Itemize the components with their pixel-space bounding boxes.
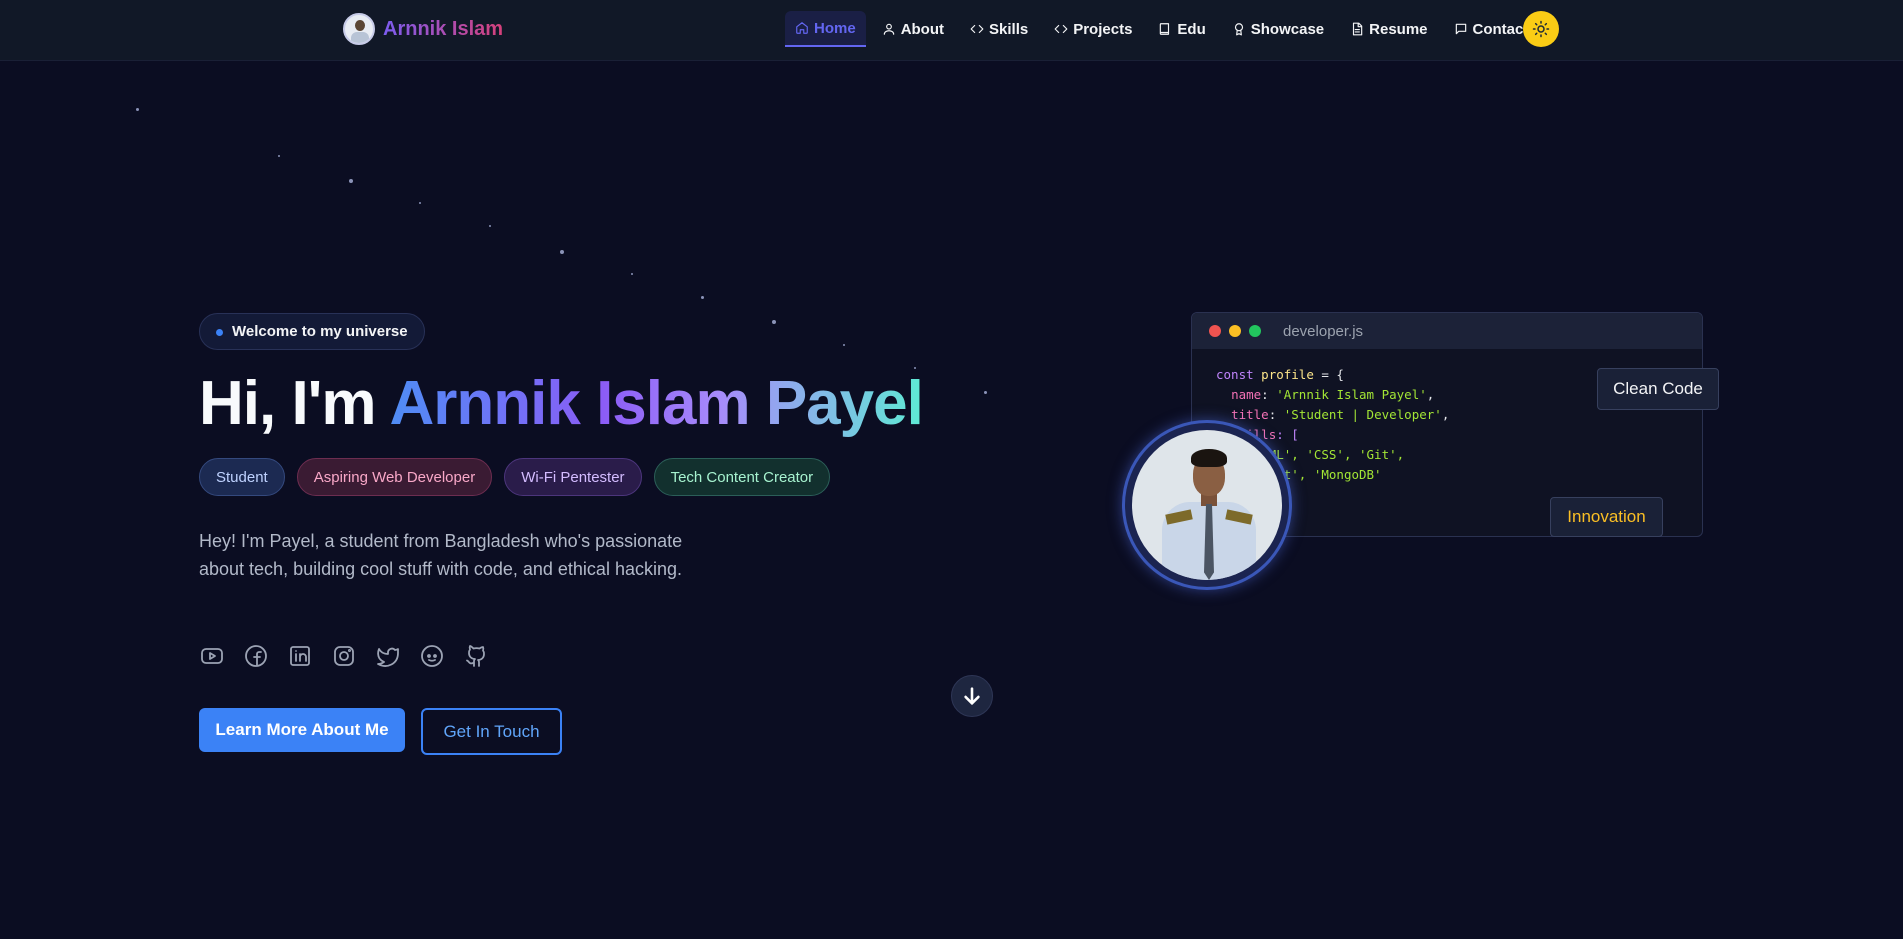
book-icon — [1160, 23, 1170, 35]
instagram-link[interactable] — [331, 643, 357, 669]
nav-item-resume[interactable]: Resume — [1340, 11, 1437, 47]
nav-item-label: Projects — [1073, 20, 1133, 38]
social-links — [199, 643, 507, 669]
arrow-down-icon — [964, 687, 980, 705]
nav-item-showcase[interactable]: Showcase — [1222, 11, 1334, 47]
navbar: Arnnik Islam Home About Skills Projects … — [0, 0, 1903, 61]
hero-bio: Hey! I'm Payel, a student from Banglades… — [199, 531, 683, 579]
facebook-icon — [245, 645, 267, 667]
welcome-text: Welcome to my universe — [232, 323, 408, 340]
nav-item-projects[interactable]: Projects — [1044, 11, 1142, 47]
star — [349, 179, 353, 183]
award-icon — [1234, 23, 1243, 36]
code-card-header: developer.js — [1192, 313, 1702, 349]
reddit-icon — [421, 645, 443, 667]
code-line: 'HTML', 'CSS', 'Git', — [1246, 447, 1405, 462]
nav-item-label: Contact — [1472, 20, 1529, 38]
nav-item-skills[interactable]: Skills — [960, 11, 1038, 47]
star — [843, 344, 845, 346]
star — [701, 296, 704, 299]
brand-avatar — [343, 13, 375, 45]
message-icon — [1455, 23, 1466, 35]
hero-title: Hi, I'm Arnnik Islam Payel — [199, 368, 924, 440]
profile-photo — [1132, 430, 1282, 580]
sun-icon — [1532, 20, 1550, 38]
star — [489, 225, 491, 227]
window-minimize-dot — [1229, 325, 1241, 337]
star — [560, 250, 564, 254]
linkedin-link[interactable] — [287, 643, 313, 669]
star — [631, 273, 633, 275]
code-line: skills: [ — [1231, 427, 1299, 442]
hero-title-name: Arnnik Islam Payel — [389, 369, 923, 438]
twitter-icon — [377, 647, 399, 667]
scroll-down-button[interactable] — [951, 675, 993, 717]
home-icon — [796, 22, 808, 34]
instagram-icon — [334, 646, 354, 666]
clean-code-badge: Clean Code — [1597, 368, 1719, 410]
role-tags: Student Aspiring Web Developer Wi-Fi Pen… — [199, 458, 842, 496]
star — [984, 391, 987, 394]
main-nav: Home About Skills Projects Edu Showcase … — [785, 11, 1544, 47]
facebook-link[interactable] — [243, 643, 269, 669]
file-icon — [1353, 22, 1363, 36]
welcome-badge: Welcome to my universe — [199, 313, 425, 350]
role-tag: Aspiring Web Developer — [296, 458, 493, 496]
brand-logo[interactable]: Arnnik Islam — [343, 13, 503, 45]
star — [419, 202, 421, 204]
linkedin-icon — [290, 646, 310, 666]
brand-name: Arnnik Islam — [383, 17, 504, 40]
nav-item-label: Edu — [1177, 20, 1206, 38]
role-tag: Wi-Fi Pentester — [504, 458, 642, 496]
profile-avatar — [1122, 420, 1292, 590]
role-tag: Student — [199, 458, 285, 496]
star — [772, 320, 776, 324]
window-maximize-dot — [1249, 325, 1261, 337]
role-tag: Tech Content Creator — [653, 458, 831, 496]
hero-title-prefix: Hi, I'm — [199, 369, 390, 438]
nav-item-home[interactable]: Home — [785, 11, 866, 47]
status-dot — [216, 329, 223, 336]
user-icon — [883, 23, 894, 35]
nav-item-label: Home — [814, 19, 856, 37]
get-in-touch-button[interactable]: Get In Touch — [421, 708, 562, 755]
youtube-link[interactable] — [199, 643, 225, 669]
nav-item-label: About — [900, 20, 945, 38]
nav-item-label: Showcase — [1250, 20, 1325, 38]
star — [278, 155, 280, 157]
code-icon — [1054, 24, 1068, 34]
learn-more-button[interactable]: Learn More About Me — [199, 708, 405, 752]
github-icon — [466, 645, 485, 667]
window-close-dot — [1209, 325, 1221, 337]
nav-item-label: Skills — [989, 20, 1029, 38]
code-icon — [970, 24, 984, 34]
innovation-badge: Innovation — [1550, 497, 1663, 537]
theme-toggle-button[interactable] — [1523, 11, 1559, 47]
nav-item-label: Resume — [1369, 20, 1428, 38]
code-filename: developer.js — [1283, 322, 1364, 340]
nav-item-about[interactable]: About — [872, 11, 954, 47]
star — [136, 108, 139, 111]
twitter-link[interactable] — [375, 643, 401, 669]
youtube-icon — [201, 648, 223, 664]
nav-item-edu[interactable]: Edu — [1148, 11, 1215, 47]
reddit-link[interactable] — [419, 643, 445, 669]
github-link[interactable] — [463, 643, 489, 669]
